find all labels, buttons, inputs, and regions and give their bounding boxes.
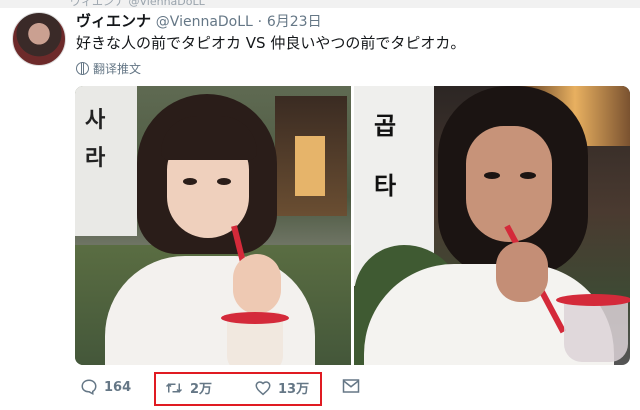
author-name[interactable]: ヴィエンナ [76,12,151,30]
person-eye [183,178,197,185]
author-handle[interactable]: @ViennaDoLL [156,14,253,30]
sign-glyph: 라 [85,146,106,171]
translate-label: 翻译推文 [93,62,142,76]
person-eye [520,172,536,179]
drink-lid [221,312,289,324]
direct-message-button[interactable] [342,378,360,394]
header-separator: · [257,14,263,30]
globe-icon [76,62,89,75]
background-signboard: 사 라 [75,86,137,236]
cropped-previous-text: ヴィエンナ @ViennaDoLL [70,0,205,8]
person-hand [233,254,281,314]
avatar[interactable] [12,12,66,66]
reply-count: 164 [104,379,132,395]
photo-right[interactable]: 곱 타 [354,86,630,365]
person-bangs [161,116,257,160]
message-icon [342,379,360,393]
person-shirt [105,256,315,365]
reply-button[interactable]: 164 [80,378,131,396]
drink-lid [556,294,630,306]
photo-left[interactable]: 사 라 [75,86,351,365]
tweet-date[interactable]: 6月23日 [267,14,322,30]
sign-glyph: 타 [374,172,397,200]
person-eye [217,178,231,185]
cropped-previous-tweet-strip: ヴィエンナ @ViennaDoLL [0,0,640,8]
tweet-media[interactable]: 사 라 곱 타 [75,86,630,365]
sign-glyph: 곱 [374,112,397,140]
person-eye [484,172,500,179]
background-storefront [275,96,347,216]
reply-icon [81,379,97,396]
tweet-header: ヴィエンナ @ViennaDoLL · 6月23日 [76,10,322,30]
annotation-highlight-box [154,372,322,406]
sign-glyph: 사 [85,108,106,133]
tweet-text: 好きな人の前でタピオカ VS 仲良いやつの前でタピオカ。 [76,34,466,52]
person-hand [496,242,548,302]
translate-tweet-link[interactable]: 翻译推文 [76,60,141,77]
